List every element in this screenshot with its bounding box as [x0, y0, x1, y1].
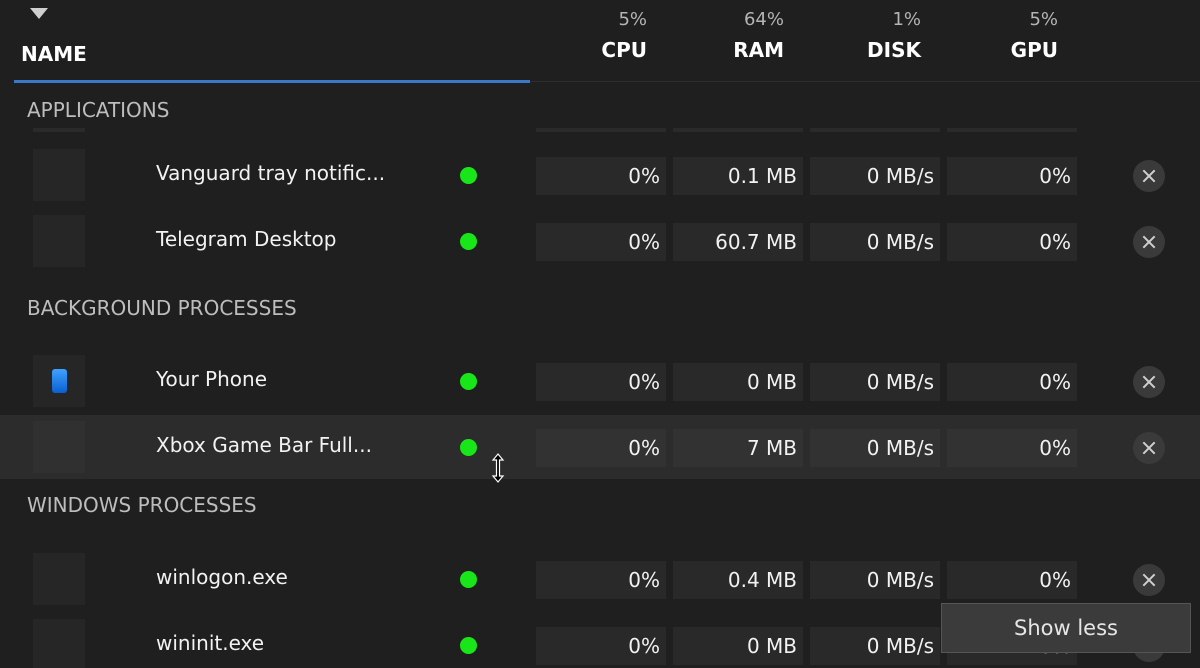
- gpu-value: 0%: [947, 429, 1077, 467]
- blank-app-icon: [33, 553, 85, 605]
- scrolled-row-edge: [673, 128, 803, 132]
- end-task-close-icon[interactable]: [1133, 564, 1165, 596]
- header-divider: [530, 81, 1200, 82]
- disk-value: 0 MB/s: [810, 363, 940, 401]
- ram-value: 60.7 MB: [673, 223, 803, 261]
- process-name: Vanguard tray notific...: [156, 161, 386, 185]
- disk-column-label: DISK: [867, 38, 921, 62]
- ram-value: 0.4 MB: [673, 561, 803, 599]
- status-running-icon: [460, 373, 477, 390]
- disk-value: 0 MB/s: [810, 429, 940, 467]
- blank-app-icon: [33, 215, 85, 267]
- section-title-windows-processes: WINDOWS PROCESSES: [27, 493, 257, 517]
- status-running-icon: [460, 439, 477, 456]
- cpu-value: 0%: [536, 363, 666, 401]
- disk-column-header[interactable]: 1% DISK: [801, 8, 921, 62]
- scrolled-row-edge: [810, 128, 940, 132]
- name-column-underline: [14, 80, 530, 83]
- ram-value: 0.1 MB: [673, 157, 803, 195]
- process-row[interactable]: Your Phone 0% 0 MB 0 MB/s 0%: [0, 349, 1200, 413]
- gpu-value: 0%: [947, 363, 1077, 401]
- cpu-total-percent: 5%: [618, 9, 647, 30]
- cpu-value: 0%: [536, 627, 666, 665]
- resources-panel: NAME 5% CPU 64% RAM 1% DISK 5% GPU APPLI…: [0, 0, 1200, 668]
- disk-value: 0 MB/s: [810, 561, 940, 599]
- process-row[interactable]: Telegram Desktop 0% 60.7 MB 0 MB/s 0%: [0, 209, 1200, 273]
- process-row-hovered[interactable]: Xbox Game Bar Full... 0% 7 MB 0 MB/s 0%: [0, 415, 1200, 479]
- section-title-background-processes: BACKGROUND PROCESSES: [27, 296, 297, 320]
- cpu-column-label: CPU: [601, 38, 647, 62]
- process-name: wininit.exe: [156, 631, 265, 655]
- end-task-close-icon[interactable]: [1133, 160, 1165, 192]
- resize-cursor-icon: [491, 453, 505, 483]
- ram-total-percent: 64%: [743, 9, 784, 30]
- status-running-icon: [460, 571, 477, 588]
- scrolled-row-edge: [33, 128, 85, 132]
- scrolled-row-edge: [947, 128, 1077, 132]
- process-name: winlogon.exe: [156, 565, 288, 589]
- process-name: Your Phone: [156, 367, 268, 391]
- end-task-close-icon[interactable]: [1133, 366, 1165, 398]
- end-task-close-icon[interactable]: [1133, 432, 1165, 464]
- cpu-column-header[interactable]: 5% CPU: [527, 8, 647, 62]
- cpu-value: 0%: [536, 157, 666, 195]
- ram-value: 0 MB: [673, 363, 803, 401]
- sort-descending-icon[interactable]: [30, 8, 48, 19]
- ram-column-label: RAM: [733, 38, 784, 62]
- end-task-close-icon[interactable]: [1133, 226, 1165, 258]
- ram-value: 0 MB: [673, 627, 803, 665]
- gpu-value: 0%: [947, 561, 1077, 599]
- blank-app-icon: [33, 619, 85, 668]
- gpu-column-label: GPU: [1010, 38, 1058, 62]
- name-column-header[interactable]: NAME: [21, 42, 87, 66]
- process-name: Telegram Desktop: [156, 227, 337, 251]
- cpu-value: 0%: [536, 561, 666, 599]
- blank-app-icon: [33, 421, 85, 473]
- cpu-value: 0%: [536, 429, 666, 467]
- blank-app-icon: [33, 149, 85, 201]
- ram-column-header[interactable]: 64% RAM: [664, 8, 784, 62]
- section-title-applications: APPLICATIONS: [27, 98, 170, 122]
- gpu-value: 0%: [947, 157, 1077, 195]
- process-name: Xbox Game Bar Full...: [156, 433, 372, 457]
- status-running-icon: [460, 637, 477, 654]
- disk-total-percent: 1%: [892, 9, 921, 30]
- status-running-icon: [460, 233, 477, 250]
- disk-value: 0 MB/s: [810, 157, 940, 195]
- phone-icon: [33, 355, 85, 407]
- gpu-column-header[interactable]: 5% GPU: [938, 8, 1058, 62]
- disk-value: 0 MB/s: [810, 223, 940, 261]
- scrolled-row-edge: [536, 128, 666, 132]
- status-running-icon: [460, 167, 477, 184]
- process-row[interactable]: winlogon.exe 0% 0.4 MB 0 MB/s 0%: [0, 547, 1200, 611]
- cpu-value: 0%: [536, 223, 666, 261]
- phone-glyph-icon: [52, 369, 67, 393]
- gpu-total-percent: 5%: [1029, 9, 1058, 30]
- show-less-button[interactable]: Show less: [941, 603, 1191, 653]
- disk-value: 0 MB/s: [810, 627, 940, 665]
- gpu-value: 0%: [947, 223, 1077, 261]
- ram-value: 7 MB: [673, 429, 803, 467]
- process-row[interactable]: Vanguard tray notific... 0% 0.1 MB 0 MB/…: [0, 143, 1200, 207]
